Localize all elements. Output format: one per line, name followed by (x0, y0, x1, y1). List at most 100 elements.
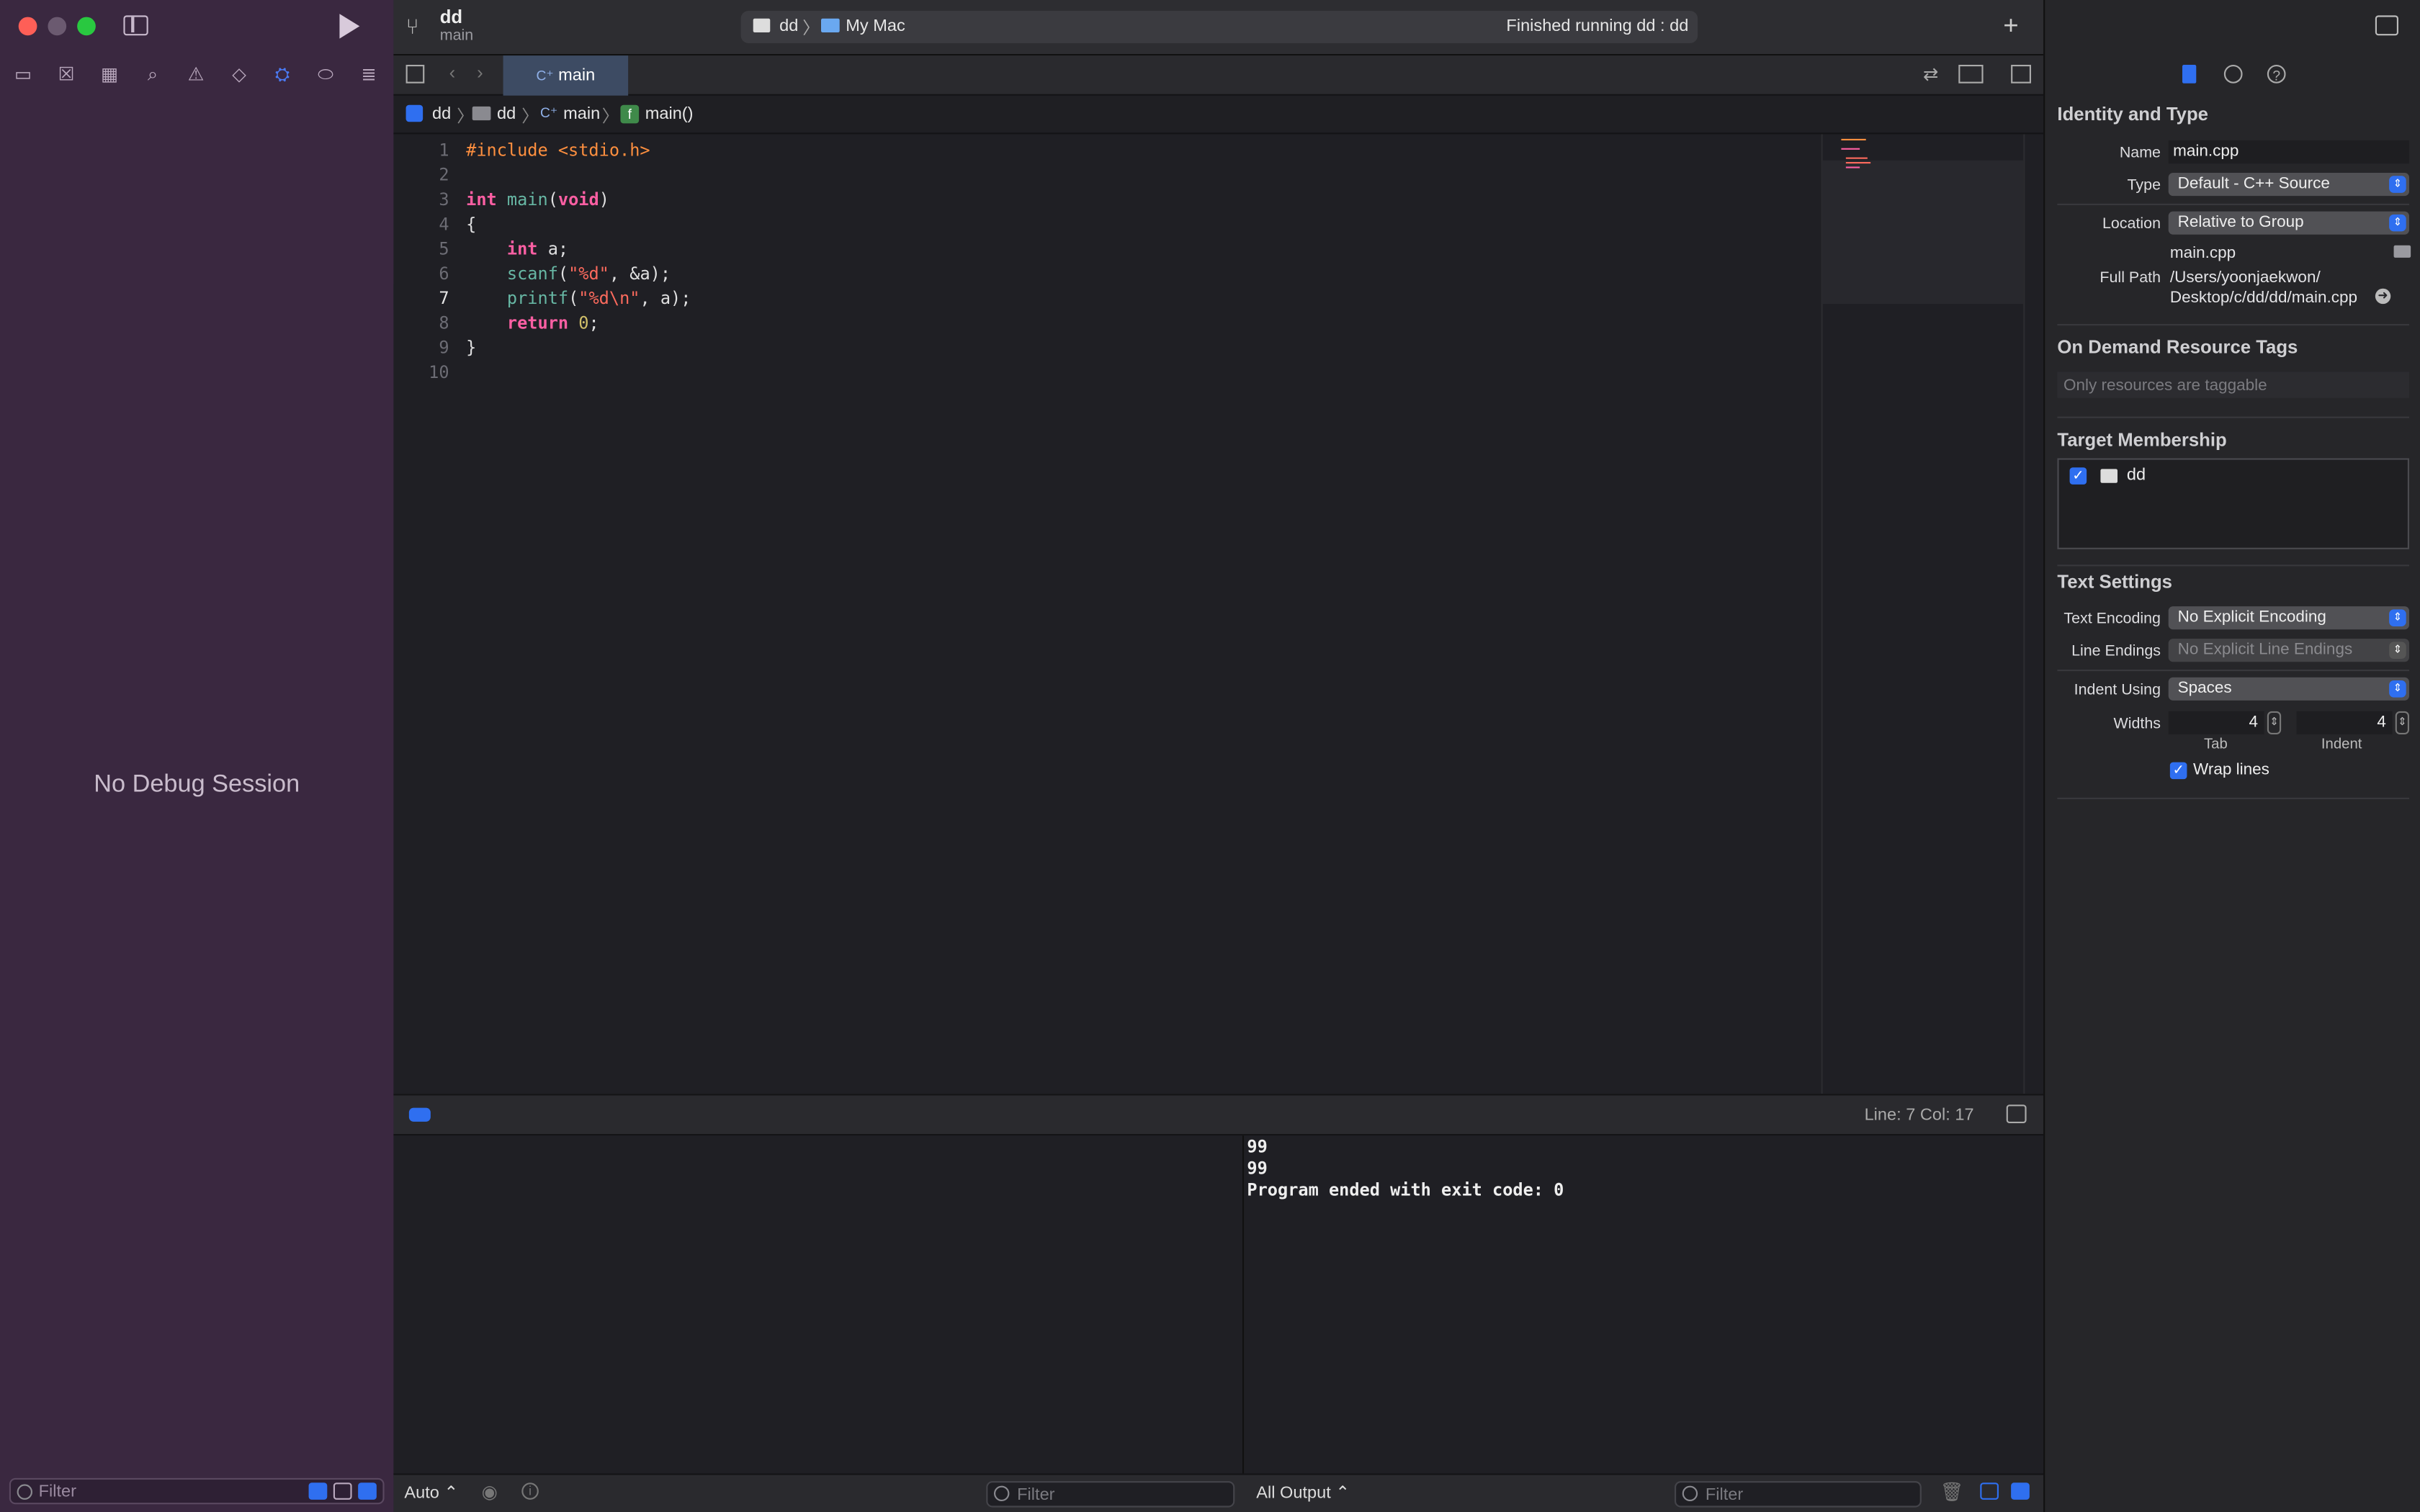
editor-scrollbar[interactable] (2023, 134, 2044, 1094)
search-icon[interactable]: ⌕ (142, 63, 163, 85)
scheme-target[interactable]: dd (779, 17, 798, 36)
scheme-destination[interactable]: My Mac (846, 17, 905, 36)
add-icon[interactable]: + (2003, 11, 2018, 42)
target-checkbox[interactable]: ✓ (2069, 467, 2087, 485)
indent-using-popup[interactable]: Spaces ⇕ (2168, 677, 2409, 701)
encoding-popup[interactable]: No Explicit Encoding ⇕ (2168, 606, 2409, 630)
tab-width-stepper[interactable]: ⇕ (2267, 711, 2282, 734)
reveal-in-finder-icon[interactable]: ➜ (2375, 288, 2391, 305)
code-line[interactable]: scanf("%d", &a); (466, 264, 671, 284)
filter-option-icon[interactable] (333, 1482, 352, 1500)
info-icon[interactable]: i (521, 1482, 539, 1500)
report-navigator-icon[interactable]: ≣ (358, 63, 380, 85)
source-editor[interactable]: 1 2 3 4 5 6 7 8 9 10 #include <stdio.h> … (393, 134, 1821, 1094)
code-line[interactable]: } (466, 338, 476, 358)
filter-option-icon[interactable] (308, 1482, 328, 1500)
navigator-filter-field[interactable]: Filter (9, 1477, 385, 1505)
back-chevron-icon[interactable]: ‹ (449, 62, 456, 84)
console-filter-placeholder: Filter (1705, 1485, 1744, 1505)
target-name: dd (2126, 466, 2146, 485)
activity-view: dd 〉 My Mac Finished running dd : dd (740, 11, 1698, 43)
show-variables-icon[interactable] (1980, 1482, 1999, 1500)
folder-icon[interactable]: ▭ (12, 63, 34, 85)
sidebar-toggle-icon[interactable] (123, 15, 148, 36)
jumpbar-symbol[interactable]: main() (645, 105, 694, 124)
folder-icon[interactable] (2393, 245, 2411, 258)
console-filter-field[interactable]: Filter (1675, 1481, 1922, 1508)
jump-bar: dd 〉 dd 〉 C⁺ main 〉 f main() (393, 95, 2044, 135)
symbol-navigator-icon[interactable]: ▦ (99, 63, 120, 85)
divider (2057, 203, 2409, 205)
source-control-icon[interactable]: ☒ (55, 63, 77, 85)
zoom-window-button[interactable] (77, 17, 96, 36)
file-inspector-icon[interactable] (2182, 65, 2197, 84)
filter-icon (17, 1484, 32, 1500)
mac-icon (821, 18, 840, 32)
warning-icon[interactable]: ⚠ (185, 63, 207, 85)
code-line[interactable]: return 0; (466, 313, 599, 333)
code-line[interactable]: int a; (466, 239, 568, 259)
navigator-sidebar: ▭ ☒ ▦ ⌕ ⚠ ◇ ⛭ ⬭ ≣ No Debug Session Filte… (0, 0, 394, 1512)
debug-bar: Line: 7 Col: 17 (393, 1094, 2044, 1136)
eye-icon[interactable]: ◉ (482, 1481, 498, 1503)
indent-width-stepper[interactable]: ⇕ (2395, 711, 2409, 734)
indent-using-value: Spaces (2177, 678, 2232, 698)
branch-name: main (439, 27, 474, 45)
code-line[interactable]: int main(void) (466, 190, 609, 210)
minimap-visible-region[interactable] (1822, 160, 2024, 305)
debug-area-bottom-bar: Auto ⌃ ◉ i Filter All Output ⌃ Filter 🗑 (393, 1473, 2044, 1512)
wrap-lines-checkbox[interactable]: ✓ (2169, 762, 2187, 780)
line-endings-popup[interactable]: No Explicit Line Endings ⇕ (2168, 639, 2409, 662)
target-membership-list[interactable]: ✓ dd (2057, 458, 2409, 549)
name-field[interactable]: main.cpp (2168, 140, 2409, 164)
jumpbar-file[interactable]: main (563, 105, 600, 124)
forward-chevron-icon[interactable]: › (477, 62, 483, 84)
function-icon: f (620, 104, 640, 124)
location-popup[interactable]: Relative to Group ⇕ (2168, 211, 2409, 235)
breakpoint-navigator-icon[interactable]: ⬭ (315, 63, 336, 85)
indent-width-field[interactable]: 4 (2296, 711, 2393, 734)
popup-arrow-icon: ⇕ (2389, 609, 2406, 626)
variables-view[interactable] (393, 1135, 1245, 1478)
variables-filter-field[interactable]: Filter (986, 1481, 1235, 1508)
close-window-button[interactable] (18, 17, 37, 36)
minimap[interactable] (1821, 134, 2024, 1094)
history-icon[interactable] (2223, 65, 2243, 84)
console-output[interactable]: 99 99 Program ended with exit code: 0 (1244, 1135, 2044, 1478)
help-icon[interactable]: ? (2267, 65, 2286, 84)
jumpbar-group[interactable]: dd (497, 105, 516, 124)
debug-navigator-icon[interactable]: ⛭ (272, 63, 293, 85)
type-popup[interactable]: Default - C++ Source ⇕ (2168, 173, 2409, 197)
indent-caption: Indent (2321, 736, 2362, 753)
trash-icon[interactable]: 🗑 (1940, 1481, 1964, 1503)
add-editor-icon[interactable] (2011, 65, 2031, 84)
line-number: 1 (439, 140, 449, 161)
minimize-window-button[interactable] (48, 17, 67, 36)
run-button[interactable] (339, 14, 360, 39)
tab-main[interactable]: C⁺ main (503, 55, 629, 96)
text-settings-title: Text Settings (2057, 570, 2173, 593)
variables-scope-select[interactable]: Auto ⌃ (404, 1482, 458, 1503)
filter-option-icon[interactable] (358, 1482, 377, 1500)
variables-filter-placeholder: Filter (1017, 1485, 1055, 1505)
output-select[interactable]: All Output ⌃ (1256, 1482, 1350, 1503)
code-line[interactable]: { (466, 215, 476, 235)
show-console-icon[interactable] (2011, 1482, 2030, 1500)
jumpbar-project[interactable]: dd (432, 105, 451, 124)
related-items-icon[interactable] (405, 65, 425, 84)
test-navigator-icon[interactable]: ◇ (228, 63, 250, 85)
line-number: 6 (439, 264, 449, 284)
swap-icon[interactable]: ⇄ (1923, 63, 1939, 85)
code-line[interactable]: #include <stdio.h> (466, 140, 650, 161)
line-number: 7 (439, 288, 449, 309)
editor-options-icon[interactable] (1958, 65, 1984, 84)
odr-tags-field[interactable]: Only resources are taggable (2057, 372, 2409, 398)
hide-debug-area-icon[interactable] (2006, 1104, 2027, 1123)
code-line[interactable]: printf("%d\n", a); (466, 289, 691, 309)
tab-width-field[interactable]: 4 (2168, 711, 2264, 734)
filter-icon (994, 1485, 1010, 1501)
breakpoints-toggle-icon[interactable] (408, 1107, 431, 1122)
inspector-toggle-icon[interactable] (2375, 15, 2398, 36)
indent-width-value: 4 (2377, 712, 2386, 732)
popup-arrow-icon: ⇕ (2389, 176, 2406, 193)
